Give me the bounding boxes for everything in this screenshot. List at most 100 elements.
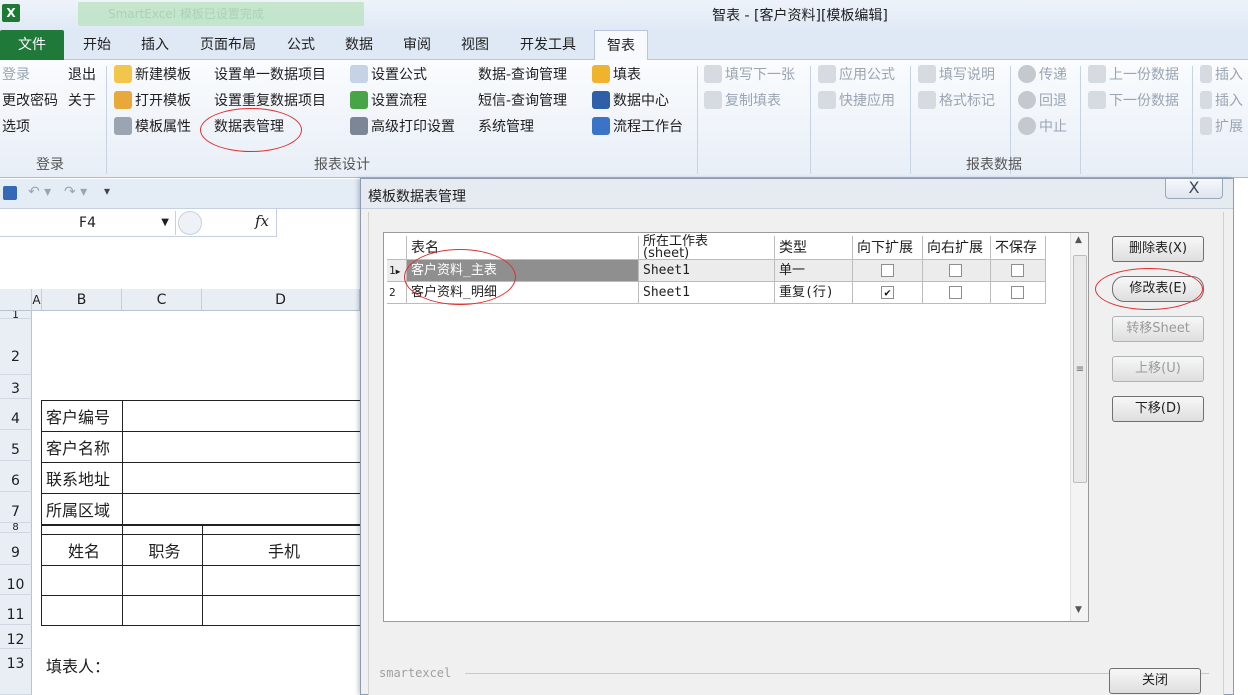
value-contact-address[interactable] bbox=[122, 462, 362, 494]
sms-query-manage-button[interactable]: 短信-查询管理 bbox=[478, 90, 567, 112]
row-number-2[interactable]: 2 bbox=[387, 282, 407, 304]
tab-smart-table[interactable]: 智表 bbox=[594, 30, 648, 61]
column-header-c[interactable]: C bbox=[122, 289, 202, 311]
header-name[interactable]: 姓名 bbox=[41, 534, 123, 566]
tab-file[interactable]: 文件 bbox=[0, 30, 64, 60]
grid-header-table-name[interactable]: 表名 bbox=[407, 236, 639, 260]
grid-header-expand-down[interactable]: 向下扩展 bbox=[853, 236, 923, 260]
row-header-1[interactable]: 1 bbox=[0, 311, 32, 319]
advanced-print-button[interactable]: 高级打印设置 bbox=[350, 116, 455, 138]
excel-app-icon[interactable]: X bbox=[2, 4, 20, 22]
expand-right-checkbox[interactable] bbox=[949, 264, 962, 277]
data-query-manage-button[interactable]: 数据-查询管理 bbox=[478, 64, 567, 86]
tab-view[interactable]: 视图 bbox=[450, 30, 500, 60]
template-properties-button[interactable]: 模板属性 bbox=[114, 116, 191, 138]
system-manage-button[interactable]: 系统管理 bbox=[478, 116, 534, 138]
sheet-cell[interactable]: Sheet1 bbox=[639, 260, 775, 282]
set-formula-button[interactable]: 设置公式 bbox=[350, 64, 427, 86]
header-title[interactable]: 职务 bbox=[122, 534, 203, 566]
chevron-down-icon[interactable]: ▼ bbox=[161, 211, 169, 235]
save-icon[interactable] bbox=[3, 186, 17, 200]
row-header-2[interactable]: 2 bbox=[0, 319, 32, 375]
detail-cell[interactable] bbox=[122, 595, 203, 626]
fx-icon[interactable]: fx bbox=[255, 212, 269, 230]
apply-formula-button[interactable]: 应用公式 bbox=[818, 64, 895, 86]
expand-down-cell[interactable] bbox=[853, 260, 923, 282]
expand-down-cell[interactable]: ✔ bbox=[853, 282, 923, 304]
dialog-close-footer-button[interactable]: 关闭 bbox=[1109, 668, 1201, 694]
expand-right-cell[interactable] bbox=[923, 282, 991, 304]
type-cell[interactable]: 单一 bbox=[775, 260, 853, 282]
row-number-1[interactable]: 1▶ bbox=[387, 260, 407, 282]
workflow-desk-button[interactable]: 流程工作台 bbox=[592, 116, 683, 138]
pass-button[interactable]: 传递 bbox=[1018, 64, 1067, 86]
detail-cell[interactable] bbox=[41, 595, 123, 626]
about-button[interactable]: 关于 bbox=[68, 90, 96, 112]
delete-table-button[interactable]: 删除表(X) bbox=[1112, 236, 1204, 262]
detail-cell[interactable] bbox=[202, 595, 362, 626]
row-header-8[interactable]: 8 bbox=[0, 523, 32, 533]
set-repeat-data-item-button[interactable]: 设置重复数据项目 bbox=[214, 90, 326, 112]
grid-header-expand-right[interactable]: 向右扩展 bbox=[923, 236, 991, 260]
insert-button[interactable]: 插入 bbox=[1200, 64, 1243, 86]
modify-table-button[interactable]: 修改表(E) bbox=[1112, 276, 1204, 302]
move-down-button[interactable]: 下移(D) bbox=[1112, 396, 1204, 422]
row-header-6[interactable]: 6 bbox=[0, 461, 32, 492]
column-header-a[interactable]: A bbox=[32, 289, 42, 311]
extend-button[interactable]: 扩展 bbox=[1200, 116, 1243, 138]
tab-home[interactable]: 开始 bbox=[72, 30, 122, 60]
tab-developer[interactable]: 开发工具 bbox=[508, 30, 588, 60]
previous-data-button[interactable]: 上一份数据 bbox=[1088, 64, 1179, 86]
detail-cell[interactable] bbox=[122, 565, 203, 596]
detail-cell[interactable] bbox=[41, 565, 123, 596]
set-single-data-item-button[interactable]: 设置单一数据项目 bbox=[214, 64, 326, 86]
tab-formulas[interactable]: 公式 bbox=[276, 30, 326, 60]
row-header-9[interactable]: 9 bbox=[0, 533, 32, 565]
quick-apply-button[interactable]: 快捷应用 bbox=[818, 90, 895, 112]
data-center-button[interactable]: 数据中心 bbox=[592, 90, 669, 112]
grid-header-type[interactable]: 类型 bbox=[775, 236, 853, 260]
name-box[interactable]: F4 ▼ bbox=[0, 211, 176, 235]
scrollbar-thumb[interactable]: ≡ bbox=[1073, 255, 1087, 483]
row-header-4[interactable]: 4 bbox=[0, 399, 32, 430]
expand-down-checkbox-checked[interactable]: ✔ bbox=[881, 286, 894, 299]
vertical-scrollbar[interactable]: ▲ ≡ ▼ bbox=[1070, 233, 1088, 621]
filler-label[interactable]: 填表人： bbox=[46, 653, 110, 677]
label-customer-code[interactable]: 客户编号 bbox=[41, 400, 123, 432]
formula-bar-toggle[interactable] bbox=[178, 211, 202, 235]
next-data-button[interactable]: 下一份数据 bbox=[1088, 90, 1179, 112]
login-button[interactable]: 登录 bbox=[2, 64, 30, 86]
row-header-5[interactable]: 5 bbox=[0, 430, 32, 461]
expand-down-checkbox[interactable] bbox=[881, 264, 894, 277]
table-name-cell[interactable]: 客户资料_明细 bbox=[407, 282, 639, 304]
column-header-d[interactable]: D bbox=[202, 289, 360, 311]
undo-icon[interactable]: ↶ ▾ bbox=[28, 184, 51, 200]
label-region[interactable]: 所属区域 bbox=[41, 493, 123, 525]
value-customer-code[interactable] bbox=[122, 400, 362, 432]
tab-review[interactable]: 审阅 bbox=[392, 30, 442, 60]
no-save-checkbox[interactable] bbox=[1011, 286, 1024, 299]
fill-form-button[interactable]: 填表 bbox=[592, 64, 641, 86]
table-name-cell[interactable]: 客户资料_主表 bbox=[407, 260, 639, 282]
no-save-checkbox[interactable] bbox=[1011, 264, 1024, 277]
options-button[interactable]: 选项 bbox=[2, 116, 30, 138]
detail-cell[interactable] bbox=[202, 565, 362, 596]
label-contact-address[interactable]: 联系地址 bbox=[41, 462, 123, 494]
grid-header-no-save[interactable]: 不保存 bbox=[991, 236, 1046, 260]
move-up-button[interactable]: 上移(U) bbox=[1112, 356, 1204, 382]
tab-insert[interactable]: 插入 bbox=[130, 30, 180, 60]
header-mobile[interactable]: 手机 bbox=[202, 534, 362, 566]
row-header-7[interactable]: 7 bbox=[0, 492, 32, 523]
change-password-button[interactable]: 更改密码 bbox=[2, 90, 58, 112]
row-header-11[interactable]: 11 bbox=[0, 595, 32, 625]
column-header-b[interactable]: B bbox=[42, 289, 122, 311]
dialog-close-button[interactable]: X bbox=[1165, 179, 1223, 199]
scroll-down-icon[interactable]: ▼ bbox=[1075, 605, 1082, 615]
open-template-button[interactable]: 打开模板 bbox=[114, 90, 191, 112]
formula-input[interactable] bbox=[276, 209, 360, 237]
row-header-12[interactable]: 12 bbox=[0, 625, 32, 649]
set-flow-button[interactable]: 设置流程 bbox=[350, 90, 427, 112]
new-template-button[interactable]: 新建模板 bbox=[114, 64, 191, 86]
move-sheet-button[interactable]: 转移Sheet bbox=[1112, 316, 1204, 342]
label-customer-name[interactable]: 客户名称 bbox=[41, 431, 123, 463]
